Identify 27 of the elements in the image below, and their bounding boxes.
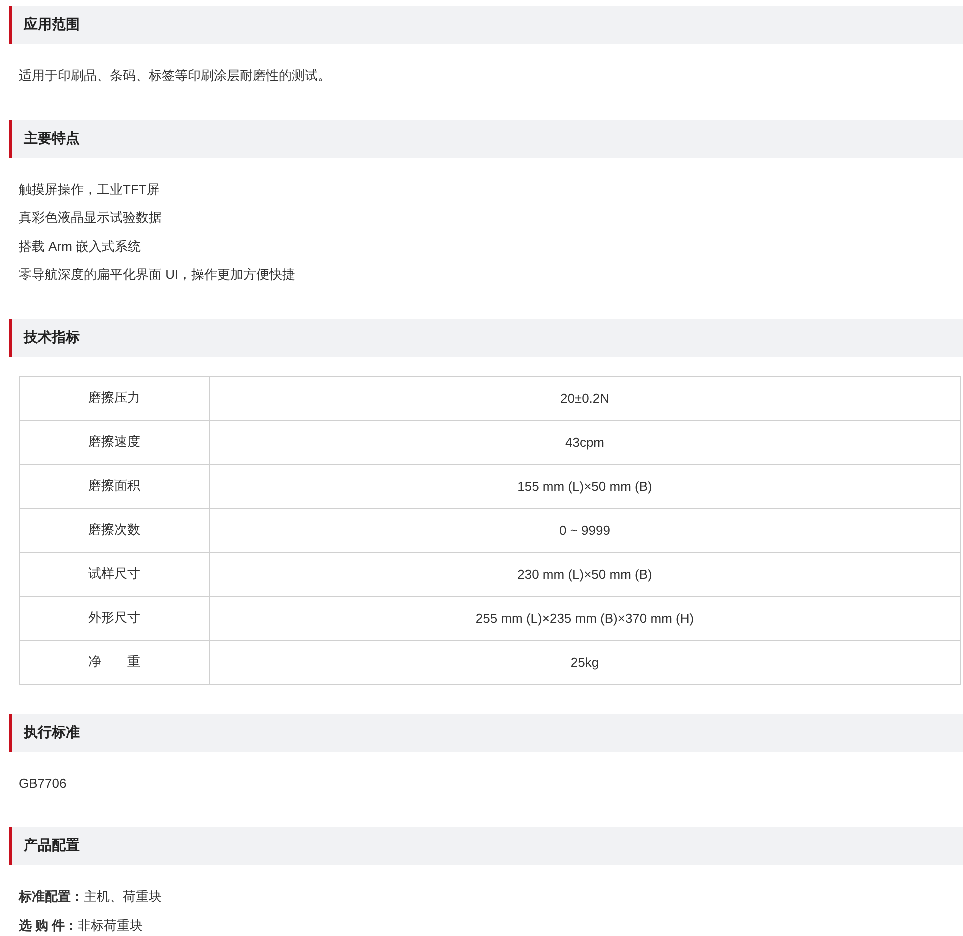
table-cell: 外形尺寸	[20, 596, 210, 640]
table-cell: 25kg	[210, 640, 960, 684]
table-cell: 磨擦速度	[20, 420, 210, 464]
table-cell: 255 mm (L)×235 mm (B)×370 mm (H)	[210, 596, 960, 640]
paragraph: GB7706	[19, 774, 68, 792]
table-cell: 230 mm (L)×50 mm (B)	[210, 552, 960, 596]
table-cell: 试样尺寸	[20, 552, 210, 596]
table-cell: 磨擦面积	[20, 464, 210, 508]
list-item: 触摸屏操作，工业TFT屏	[19, 180, 161, 198]
section-header: 技术指标	[9, 318, 963, 356]
list-item: 选 购 件：非标荷重块	[19, 916, 144, 934]
section-header: 执行标准	[9, 714, 963, 752]
table-cell: 0 ~ 9999	[210, 508, 960, 552]
section-header: 主要特点	[9, 120, 963, 158]
list-item: 零导航深度的扁平化界面 UI，操作更加方便快捷	[19, 266, 297, 284]
table-cell: 43cpm	[210, 420, 960, 464]
table-cell: 净 重	[20, 640, 210, 684]
table-cell: 20±0.2N	[210, 376, 960, 420]
table-cell: 磨擦次数	[20, 508, 210, 552]
table-cell: 155 mm (L)×50 mm (B)	[210, 464, 960, 508]
list-item: 搭载 Arm 嵌入式系统	[19, 238, 142, 256]
list-item: 真彩色液晶显示试验数据	[19, 209, 163, 227]
section-header: 应用范围	[9, 6, 963, 44]
list-item: 标准配置：主机、荷重块	[19, 888, 163, 906]
paragraph: 适用于印刷品、条码、标签等印刷涂层耐磨性的测试。	[19, 67, 332, 85]
table-cell: 磨擦压力	[20, 376, 210, 420]
section-header: 产品配置	[9, 827, 963, 865]
